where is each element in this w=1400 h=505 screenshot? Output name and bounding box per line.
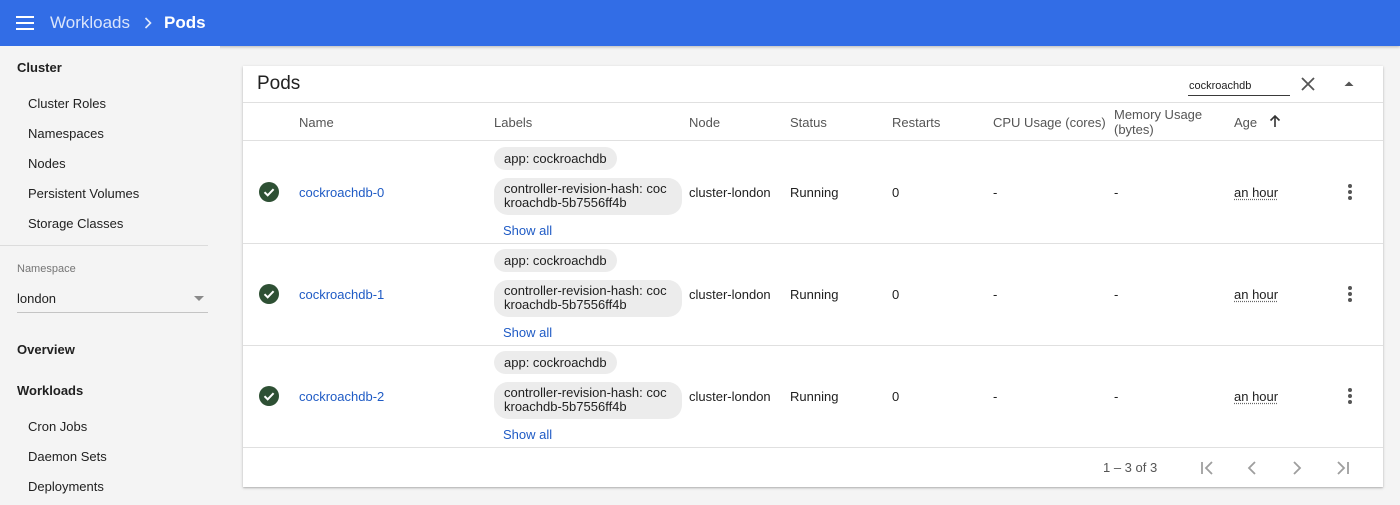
namespace-label: Namespace [17, 263, 76, 275]
pagination-range: 1 – 3 of 3 [1103, 460, 1158, 475]
restarts-cell: 0 [892, 389, 900, 404]
sidebar-item-nodes[interactable]: Nodes [28, 156, 66, 171]
status-cell: Running [790, 389, 839, 404]
memory-cell: - [1114, 185, 1119, 200]
table-header: Name Labels Node Status Restarts CPU Usa… [243, 103, 1383, 141]
cpu-cell: - [993, 185, 998, 200]
label-chip-app: app: cockroachdb [494, 249, 617, 272]
top-app-bar: Workloads Pods [0, 0, 1400, 46]
column-header-restarts[interactable]: Restarts [892, 115, 940, 130]
sidebar-item-storage-classes[interactable]: Storage Classes [28, 216, 123, 231]
status-cell: Running [790, 287, 839, 302]
sidebar-item-deployments[interactable]: Deployments [28, 479, 104, 494]
chevron-right-icon [144, 17, 152, 29]
check-circle-icon [259, 284, 279, 304]
column-header-node[interactable]: Node [689, 115, 720, 130]
check-circle-icon [259, 386, 279, 406]
pod-name-link[interactable]: cockroachdb-2 [299, 389, 384, 404]
dropdown-arrow-icon [194, 296, 204, 301]
column-header-name[interactable]: Name [299, 115, 334, 130]
table-row: cockroachdb-1 app: cockroachdb controlle… [243, 244, 1383, 346]
age-cell: an hour [1234, 185, 1279, 200]
memory-cell: - [1114, 287, 1119, 302]
label-chip-hash-line1: controller-revision-hash: coc [504, 181, 667, 196]
arrow-up-icon[interactable] [1269, 114, 1281, 128]
show-all-labels-link[interactable]: Show all [503, 325, 552, 340]
sidebar-item-cron-jobs[interactable]: Cron Jobs [28, 419, 87, 434]
menu-icon [16, 16, 34, 30]
cpu-cell: - [993, 389, 998, 404]
column-header-age[interactable]: Age [1234, 115, 1257, 130]
sidebar-item-namespaces[interactable]: Namespaces [28, 126, 104, 141]
label-chip-hash: controller-revision-hash: coc kroachdb-5… [494, 382, 682, 419]
sidebar-section-workloads[interactable]: Workloads [17, 383, 83, 398]
first-page-icon[interactable] [1197, 458, 1217, 478]
label-chip-hash: controller-revision-hash: coc kroachdb-5… [494, 178, 682, 215]
card-header: Pods [243, 66, 1383, 103]
label-chip-hash-line2: kroachdb-5b7556ff4b [504, 399, 627, 414]
node-cell: cluster-london [689, 389, 771, 404]
sidebar-divider [0, 245, 208, 246]
restarts-cell: 0 [892, 185, 900, 200]
age-cell: an hour [1234, 287, 1279, 302]
column-header-status[interactable]: Status [790, 115, 827, 130]
table-row: cockroachdb-0 app: cockroachdb controlle… [243, 142, 1383, 244]
sidebar-item-cluster-roles[interactable]: Cluster Roles [28, 96, 106, 111]
table-row: cockroachdb-2 app: cockroachdb controlle… [243, 346, 1383, 448]
show-all-labels-link[interactable]: Show all [503, 427, 552, 442]
node-cell: cluster-london [689, 287, 771, 302]
chevron-right-icon[interactable] [1287, 458, 1307, 478]
sidebar-item-overview[interactable]: Overview [17, 342, 75, 357]
column-header-memory-line1: Memory Usage [1114, 107, 1203, 122]
pod-name-link[interactable]: cockroachdb-1 [299, 287, 384, 302]
sidebar-item-daemon-sets[interactable]: Daemon Sets [28, 449, 107, 464]
filter-input[interactable] [1188, 76, 1290, 96]
restarts-cell: 0 [892, 287, 900, 302]
label-chip-hash-line1: controller-revision-hash: coc [504, 385, 667, 400]
pods-card: Pods Name Labels Node Status Restarts CP… [243, 66, 1383, 487]
more-vert-icon[interactable] [1343, 284, 1357, 304]
age-cell: an hour [1234, 389, 1279, 404]
sidebar: Cluster Cluster Roles Namespaces Nodes P… [0, 46, 220, 505]
column-header-memory-line2: (bytes) [1114, 122, 1154, 137]
last-page-icon[interactable] [1333, 458, 1353, 478]
namespace-select[interactable]: london [17, 291, 208, 313]
card-title: Pods [257, 73, 301, 94]
namespace-value: london [17, 291, 57, 306]
label-chip-hash-line1: controller-revision-hash: coc [504, 283, 667, 298]
pod-name-link[interactable]: cockroachdb-0 [299, 185, 384, 200]
label-chip-app: app: cockroachdb [494, 351, 617, 374]
breadcrumb-current: Pods [164, 13, 206, 32]
more-vert-icon[interactable] [1343, 386, 1357, 406]
breadcrumb-workloads[interactable]: Workloads [50, 13, 130, 33]
paginator: 1 – 3 of 3 [243, 448, 1383, 487]
node-cell: cluster-london [689, 185, 771, 200]
column-header-cpu[interactable]: CPU Usage (cores) [993, 115, 1106, 130]
check-circle-icon [259, 182, 279, 202]
label-chip-hash-line2: kroachdb-5b7556ff4b [504, 195, 627, 210]
chevron-left-icon[interactable] [1242, 458, 1262, 478]
close-icon[interactable] [1299, 75, 1317, 93]
label-chip-app: app: cockroachdb [494, 147, 617, 170]
memory-cell: - [1114, 389, 1119, 404]
label-chip-hash-line2: kroachdb-5b7556ff4b [504, 297, 627, 312]
show-all-labels-link[interactable]: Show all [503, 223, 552, 238]
cpu-cell: - [993, 287, 998, 302]
status-cell: Running [790, 185, 839, 200]
more-vert-icon[interactable] [1343, 182, 1357, 202]
sidebar-item-persistent-volumes[interactable]: Persistent Volumes [28, 186, 139, 201]
label-chip-hash: controller-revision-hash: coc kroachdb-5… [494, 280, 682, 317]
sidebar-section-cluster[interactable]: Cluster [17, 60, 62, 75]
column-header-labels: Labels [494, 115, 533, 130]
caret-up-icon[interactable] [1342, 78, 1356, 90]
menu-button[interactable] [0, 0, 50, 46]
column-header-memory[interactable]: Memory Usage (bytes) [1114, 107, 1202, 137]
